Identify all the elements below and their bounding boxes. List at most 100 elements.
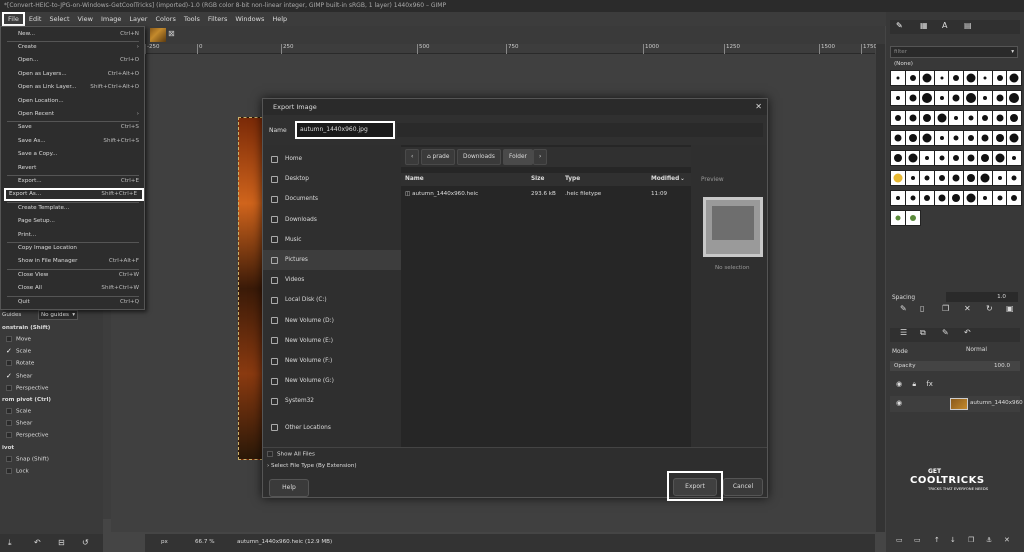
save-icon[interactable]: ⤓ [8,538,12,548]
image-tab-thumbnail[interactable] [150,28,166,42]
select-file-type-expander[interactable]: › Select File Type (By Extension) [267,463,357,469]
menu-layer[interactable]: Layer [125,12,151,26]
undo-history-icon[interactable]: ↶ [964,328,971,337]
file-menu-item-new[interactable]: New... Ctrl+N [1,27,144,40]
path-button-downloads[interactable]: Downloads [457,149,501,165]
file-menu-item-show-in-file-manager[interactable]: Show in File Manager Ctrl+Alt+F [1,255,144,268]
pattern-icon[interactable]: ▦ [920,21,928,30]
back-button[interactable]: ‹ [405,149,420,165]
column-name[interactable]: Name [405,176,424,182]
brush-swatch[interactable] [1006,130,1022,146]
forward-button[interactable]: › [533,149,548,165]
file-menu-item-save-as[interactable]: Save As... Shift+Ctrl+S [1,134,144,147]
layer-visibility-icon[interactable]: ◉ [896,399,902,407]
brush-swatch[interactable] [1006,70,1022,86]
lock-icon[interactable]: 🔒︎ [912,380,916,388]
file-menu-item-open[interactable]: Open... Ctrl+O [1,54,144,67]
anchor-icon[interactable]: ⚓︎ [986,536,992,544]
file-menu-item-print[interactable]: Print... [1,228,144,241]
show-all-files-checkbox[interactable]: Show All Files [267,451,315,458]
brush-swatch[interactable] [1006,150,1022,166]
place-system32[interactable]: System32 [263,391,401,411]
help-button[interactable]: Help [269,479,309,497]
paintbrush-icon[interactable]: ✎ [896,21,903,30]
option-perspective[interactable]: Perspective [6,384,48,391]
new-group-icon[interactable]: ▭ [914,536,921,544]
file-menu-item-open-as-link-layer[interactable]: Open as Link Layer... Shift+Ctrl+Alt+O [1,81,144,94]
place-home[interactable]: Home [263,149,401,169]
column-modified[interactable]: Modified [651,176,679,182]
option-rotate[interactable]: Rotate [6,360,34,367]
channels-icon[interactable]: ⧉ [920,328,926,338]
menu-select[interactable]: Select [45,12,73,26]
delete-brush-icon[interactable]: ✕ [964,304,971,313]
column-type[interactable]: Type [565,176,580,182]
place-new-volume-d[interactable]: New Volume (D:) [263,311,401,331]
image-canvas[interactable] [238,117,263,460]
option-snap-shift-[interactable]: Snap (Shift) [6,456,49,463]
duplicate-layer-icon[interactable]: ❐ [968,536,974,544]
brush-swatch[interactable] [904,210,921,226]
menu-filters[interactable]: Filters [204,12,231,26]
mode-select[interactable]: Normal [966,347,987,353]
layer-row[interactable]: ◉ autumn_1440x960 [890,396,1023,412]
paths-icon[interactable]: ✎ [942,328,949,337]
unit-select[interactable]: px [161,539,168,545]
delete-layer-icon[interactable]: ✕ [1004,536,1010,544]
brush-swatch[interactable] [1006,110,1022,126]
menu-edit[interactable]: Edit [25,12,46,26]
path-button-folder[interactable]: Folder [503,149,533,165]
menu-file[interactable]: File [2,12,25,26]
delete-icon[interactable]: ⊟ [58,538,65,547]
place-other-locations[interactable]: Other Locations [263,418,401,438]
fx-icon[interactable]: fx [926,380,933,388]
file-menu-item-save-a-copy[interactable]: Save a Copy... [1,148,144,161]
file-menu-item-close-view[interactable]: Close View Ctrl+W [1,268,144,281]
raise-layer-icon[interactable]: ↑ [934,536,940,544]
option-lock[interactable]: Lock [6,468,29,475]
edit-brush-icon[interactable]: ✎ [900,304,907,313]
close-tab-icon[interactable]: ⊠ [168,29,175,38]
file-menu-item-revert[interactable]: Revert [1,161,144,174]
duplicate-brush-icon[interactable]: ❐ [942,304,949,313]
menu-windows[interactable]: Windows [231,12,268,26]
file-menu-item-open-as-layers[interactable]: Open as Layers... Ctrl+Alt+O [1,67,144,80]
opacity-slider[interactable]: Opacity 100.0 [890,361,1020,371]
column-size[interactable]: Size [531,176,544,182]
close-icon[interactable]: ✕ [755,99,762,115]
zoom-select[interactable]: 66.7 % [195,539,215,545]
menu-help[interactable]: Help [268,12,291,26]
file-menu-item-page-setup[interactable]: Page Setup... [1,215,144,228]
lower-layer-icon[interactable]: ↓ [950,536,956,544]
file-menu-item-open-recent[interactable]: Open Recent › [1,107,144,120]
place-desktop[interactable]: Desktop [263,169,401,189]
option-shear[interactable]: Shear [6,420,32,427]
place-music[interactable]: Music [263,230,401,250]
refresh-brush-icon[interactable]: ↻ [986,304,993,313]
brush-swatch[interactable] [1006,90,1022,106]
menu-image[interactable]: Image [97,12,125,26]
file-menu-item-copy-image-location[interactable]: Copy Image Location [1,241,144,254]
menu-colors[interactable]: Colors [151,12,179,26]
file-menu-item-open-location[interactable]: Open Location... [1,94,144,107]
place-pictures[interactable]: Pictures [263,250,401,270]
place-new-volume-f[interactable]: New Volume (F:) [263,351,401,371]
open-brush-icon[interactable]: ▣ [1006,304,1014,313]
guides-select[interactable]: No guides ▾ [38,310,78,320]
brush-filter-input[interactable]: filter ▾ [890,46,1018,58]
new-layer-icon[interactable]: ▭ [896,536,903,544]
file-menu-item-export[interactable]: Export... Ctrl+E [1,174,144,187]
menu-view[interactable]: View [74,12,97,26]
file-menu-item-create-template[interactable]: Create Template... [1,201,144,214]
option-move[interactable]: Move [6,336,31,343]
place-documents[interactable]: Documents [263,189,401,209]
restore-icon[interactable]: ↶ [34,538,41,547]
filename-input-extension[interactable] [397,123,763,137]
option-scale[interactable]: Scale [6,408,31,415]
filename-input[interactable]: autumn_1440x960.jpg [295,121,395,139]
file-menu-item-export-as[interactable]: Export As... Shift+Ctrl+E [4,187,144,202]
brush-swatch[interactable] [1006,190,1022,206]
eye-icon[interactable]: ◉ [896,380,902,388]
brush-swatch[interactable] [1006,170,1022,186]
place-new-volume-g[interactable]: New Volume (G:) [263,371,401,391]
